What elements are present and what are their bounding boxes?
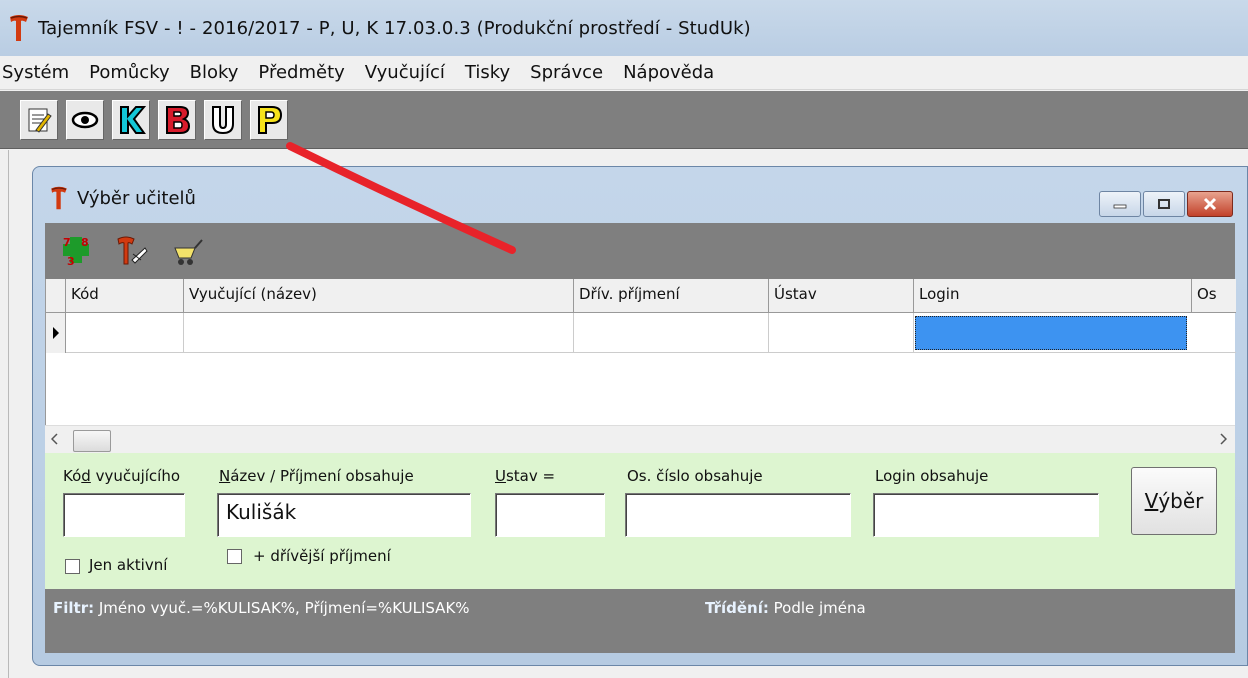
app-window: Tajemník FSV - ! - 2016/2017 - P, U, K 1… <box>0 0 1248 678</box>
annotation-arrow-stroke <box>286 142 516 254</box>
